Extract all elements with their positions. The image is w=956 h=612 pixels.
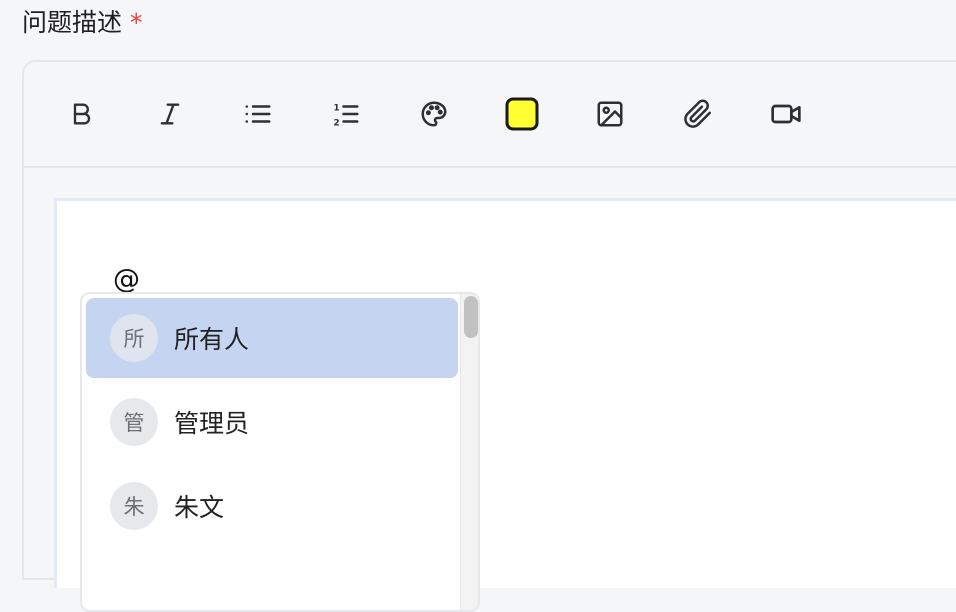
highlight-color-icon	[505, 97, 539, 131]
required-mark: *	[130, 8, 143, 37]
italic-icon	[160, 103, 180, 125]
ordered-list-button[interactable]: 1 2	[326, 94, 366, 134]
mention-popup: 所 所有人 管 管理员 朱 朱文	[80, 292, 480, 612]
bold-icon	[73, 103, 91, 125]
paperclip-icon	[684, 99, 711, 128]
avatar: 管	[110, 398, 158, 446]
editor-toolbar: 1 2	[24, 62, 956, 168]
field-label-text: 问题描述	[22, 8, 123, 37]
insert-video-button[interactable]	[766, 94, 806, 134]
mention-item-everyone[interactable]: 所 所有人	[86, 298, 458, 378]
ordered-list-icon: 1 2	[334, 103, 359, 128]
attach-file-button[interactable]	[678, 94, 718, 134]
field-label: 问题描述 *	[22, 6, 143, 40]
typed-text: @	[113, 264, 140, 295]
highlight-color-button[interactable]	[502, 94, 542, 134]
svg-text:1: 1	[334, 103, 340, 113]
svg-text:2: 2	[334, 118, 340, 128]
popup-scrollbar[interactable]	[460, 294, 478, 610]
avatar: 朱	[110, 482, 158, 530]
insert-image-button[interactable]	[590, 94, 630, 134]
mention-item-user[interactable]: 朱 朱文	[86, 466, 458, 546]
mention-name: 所有人	[174, 325, 250, 354]
italic-button[interactable]	[150, 94, 190, 134]
mention-name: 管理员	[174, 409, 250, 438]
palette-icon	[421, 101, 447, 127]
mention-name: 朱文	[174, 493, 225, 522]
image-icon	[597, 101, 623, 127]
bold-button[interactable]	[62, 94, 102, 134]
bullet-list-button[interactable]	[238, 94, 278, 134]
scrollbar-thumb[interactable]	[464, 296, 478, 338]
mention-item-admin[interactable]: 管 管理员	[86, 382, 458, 462]
avatar: 所	[110, 314, 158, 362]
bullet-list-icon	[245, 105, 271, 123]
text-color-button[interactable]	[414, 94, 454, 134]
video-icon	[771, 104, 801, 124]
